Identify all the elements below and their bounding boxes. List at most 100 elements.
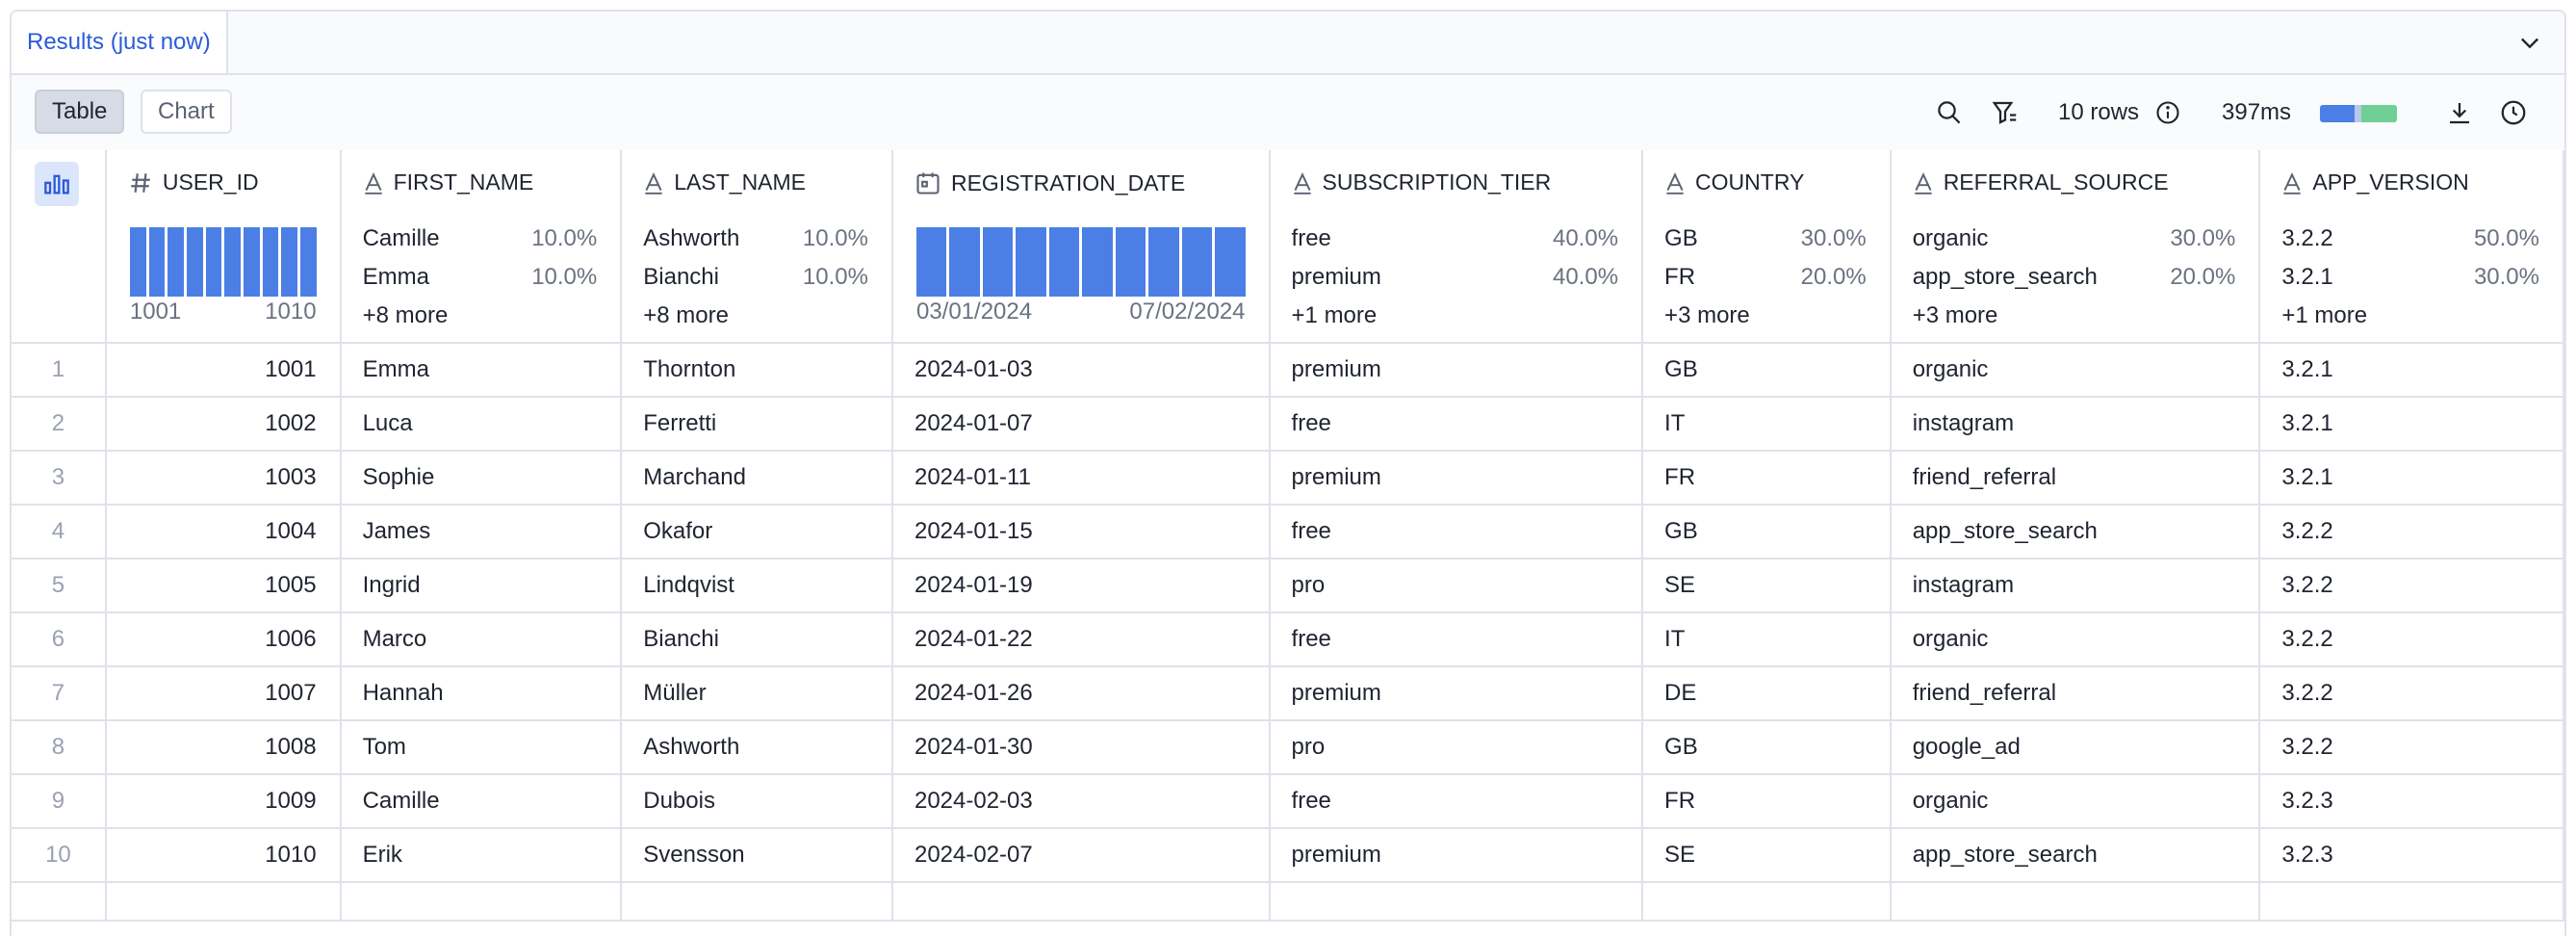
cell-registration-date[interactable]: 2024-01-15 — [891, 505, 1271, 559]
cell-country[interactable]: SE — [1642, 828, 1892, 883]
cell-app-version[interactable]: 3.2.1 — [2259, 397, 2564, 452]
cell-country[interactable]: GB — [1642, 505, 1892, 559]
cell-referral-source[interactable]: organic — [1890, 774, 2261, 829]
table-view-button[interactable]: Table — [35, 90, 125, 134]
table-row[interactable]: 10 1010 Erik Svensson 2024-02-07 premium SE app… — [12, 828, 2564, 883]
cell-registration-date[interactable]: 2024-01-19 — [891, 559, 1271, 613]
cell-last-name[interactable]: Ashworth — [621, 720, 893, 775]
column-header-last-name[interactable]: LAST_NAME Ashworth 10.0% Bianchi 10.0% +8 … — [621, 150, 893, 344]
table-row[interactable]: 7 1007 Hannah Müller 2024-01-26 premium DE frie… — [12, 666, 2564, 721]
more-values[interactable]: +3 more — [1913, 302, 1998, 329]
more-values[interactable]: +1 more — [2281, 302, 2367, 329]
cell-app-version[interactable]: 3.2.3 — [2259, 828, 2564, 883]
cell-subscription-tier[interactable]: premium — [1269, 828, 1644, 883]
more-values[interactable]: +1 more — [1292, 302, 1378, 329]
column-header-app-version[interactable]: APP_VERSION 3.2.2 50.0% 3.2.1 30.0% +1 mor… — [2259, 150, 2564, 344]
cell-subscription-tier[interactable]: pro — [1269, 720, 1644, 775]
cell-referral-source[interactable]: friend_referral — [1890, 451, 2261, 506]
table-row[interactable]: 8 1008 Tom Ashworth 2024-01-30 pro GB google_ad… — [12, 720, 2564, 775]
cell-user-id[interactable]: 1009 — [105, 774, 342, 829]
cell-app-version[interactable]: 3.2.2 — [2259, 612, 2564, 667]
cell-user-id[interactable]: 1004 — [105, 505, 342, 559]
cell-user-id[interactable]: 1001 — [105, 343, 342, 398]
download-icon[interactable] — [2445, 96, 2474, 129]
more-values[interactable]: +8 more — [363, 302, 449, 329]
table-row[interactable]: 5 1005 Ingrid Lindqvist 2024-01-19 pro SE insta… — [12, 559, 2564, 613]
cell-first-name[interactable]: Erik — [340, 828, 623, 883]
column-header-user-id[interactable]: USER_ID 1001 1010 — [105, 150, 342, 344]
filter-icon[interactable] — [1991, 96, 2020, 129]
cell-first-name[interactable]: Sophie — [340, 451, 623, 506]
column-stats-toggle[interactable] — [35, 162, 79, 206]
cell-subscription-tier[interactable]: free — [1269, 774, 1644, 829]
column-header-referral-source[interactable]: REFERRAL_SOURCE organic 30.0% app_store_s… — [1890, 150, 2261, 344]
cell-first-name[interactable]: Camille — [340, 774, 623, 829]
cell-first-name[interactable]: Hannah — [340, 666, 623, 721]
cell-app-version[interactable]: 3.2.1 — [2259, 343, 2564, 398]
cell-subscription-tier[interactable]: pro — [1269, 559, 1644, 613]
cell-user-id[interactable]: 1003 — [105, 451, 342, 506]
cell-app-version[interactable]: 3.2.2 — [2259, 720, 2564, 775]
cell-first-name[interactable]: Luca — [340, 397, 623, 452]
table-row[interactable]: 2 1002 Luca Ferretti 2024-01-07 free IT instagr… — [12, 397, 2564, 452]
more-values[interactable]: +3 more — [1664, 302, 1750, 329]
cell-last-name[interactable]: Okafor — [621, 505, 893, 559]
cell-first-name[interactable]: James — [340, 505, 623, 559]
cell-referral-source[interactable]: app_store_search — [1890, 828, 2261, 883]
cell-country[interactable]: SE — [1642, 559, 1892, 613]
cell-country[interactable]: DE — [1642, 666, 1892, 721]
more-values[interactable]: +8 more — [643, 302, 729, 329]
column-header-registration-date[interactable]: REGISTRATION_DATE 03/01/2024 07/02/2024 — [891, 150, 1271, 344]
column-header-first-name[interactable]: FIRST_NAME Camille 10.0% Emma 10.0% +8 mor… — [340, 150, 623, 344]
cell-last-name[interactable]: Lindqvist — [621, 559, 893, 613]
cell-registration-date[interactable]: 2024-01-30 — [891, 720, 1271, 775]
cell-country[interactable]: FR — [1642, 451, 1892, 506]
cell-country[interactable]: IT — [1642, 397, 1892, 452]
cell-app-version[interactable]: 3.2.2 — [2259, 505, 2564, 559]
search-icon[interactable] — [1935, 96, 1964, 129]
table-row[interactable]: 1 1001 Emma Thornton 2024-01-03 premium GB orga… — [12, 343, 2564, 398]
cell-subscription-tier[interactable]: premium — [1269, 343, 1644, 398]
cell-subscription-tier[interactable]: premium — [1269, 666, 1644, 721]
cell-app-version[interactable]: 3.2.3 — [2259, 774, 2564, 829]
history-icon[interactable] — [2499, 96, 2528, 129]
cell-user-id[interactable]: 1008 — [105, 720, 342, 775]
cell-registration-date[interactable]: 2024-01-03 — [891, 343, 1271, 398]
cell-user-id[interactable]: 1006 — [105, 612, 342, 667]
cell-referral-source[interactable]: instagram — [1890, 397, 2261, 452]
cell-country[interactable]: FR — [1642, 774, 1892, 829]
cell-first-name[interactable]: Emma — [340, 343, 623, 398]
results-tab[interactable]: Results (just now) — [12, 12, 228, 73]
cell-app-version[interactable]: 3.2.1 — [2259, 451, 2564, 506]
chart-view-button[interactable]: Chart — [141, 90, 232, 134]
cell-first-name[interactable]: Tom — [340, 720, 623, 775]
cell-country[interactable]: GB — [1642, 343, 1892, 398]
cell-registration-date[interactable]: 2024-01-22 — [891, 612, 1271, 667]
cell-referral-source[interactable]: organic — [1890, 343, 2261, 398]
cell-last-name[interactable]: Thornton — [621, 343, 893, 398]
info-icon[interactable] — [2154, 96, 2181, 129]
cell-app-version[interactable]: 3.2.2 — [2259, 666, 2564, 721]
cell-last-name[interactable]: Ferretti — [621, 397, 893, 452]
cell-subscription-tier[interactable]: free — [1269, 505, 1644, 559]
cell-subscription-tier[interactable]: premium — [1269, 451, 1644, 506]
cell-registration-date[interactable]: 2024-01-07 — [891, 397, 1271, 452]
cell-app-version[interactable]: 3.2.2 — [2259, 559, 2564, 613]
cell-last-name[interactable]: Svensson — [621, 828, 893, 883]
cell-last-name[interactable]: Bianchi — [621, 612, 893, 667]
column-header-subscription-tier[interactable]: SUBSCRIPTION_TIER free 40.0% premium 40.0%… — [1269, 150, 1644, 344]
cell-user-id[interactable]: 1002 — [105, 397, 342, 452]
column-header-country[interactable]: COUNTRY GB 30.0% FR 20.0% +3 more — [1642, 150, 1892, 344]
cell-last-name[interactable]: Müller — [621, 666, 893, 721]
cell-first-name[interactable]: Marco — [340, 612, 623, 667]
table-row[interactable]: 4 1004 James Okafor 2024-01-15 free GB app_stor… — [12, 505, 2564, 559]
cell-registration-date[interactable]: 2024-02-07 — [891, 828, 1271, 883]
cell-referral-source[interactable]: instagram — [1890, 559, 2261, 613]
cell-last-name[interactable]: Marchand — [621, 451, 893, 506]
cell-last-name[interactable]: Dubois — [621, 774, 893, 829]
cell-registration-date[interactable]: 2024-02-03 — [891, 774, 1271, 829]
cell-referral-source[interactable]: organic — [1890, 612, 2261, 667]
cell-user-id[interactable]: 1005 — [105, 559, 342, 613]
cell-registration-date[interactable]: 2024-01-26 — [891, 666, 1271, 721]
cell-subscription-tier[interactable]: free — [1269, 397, 1644, 452]
